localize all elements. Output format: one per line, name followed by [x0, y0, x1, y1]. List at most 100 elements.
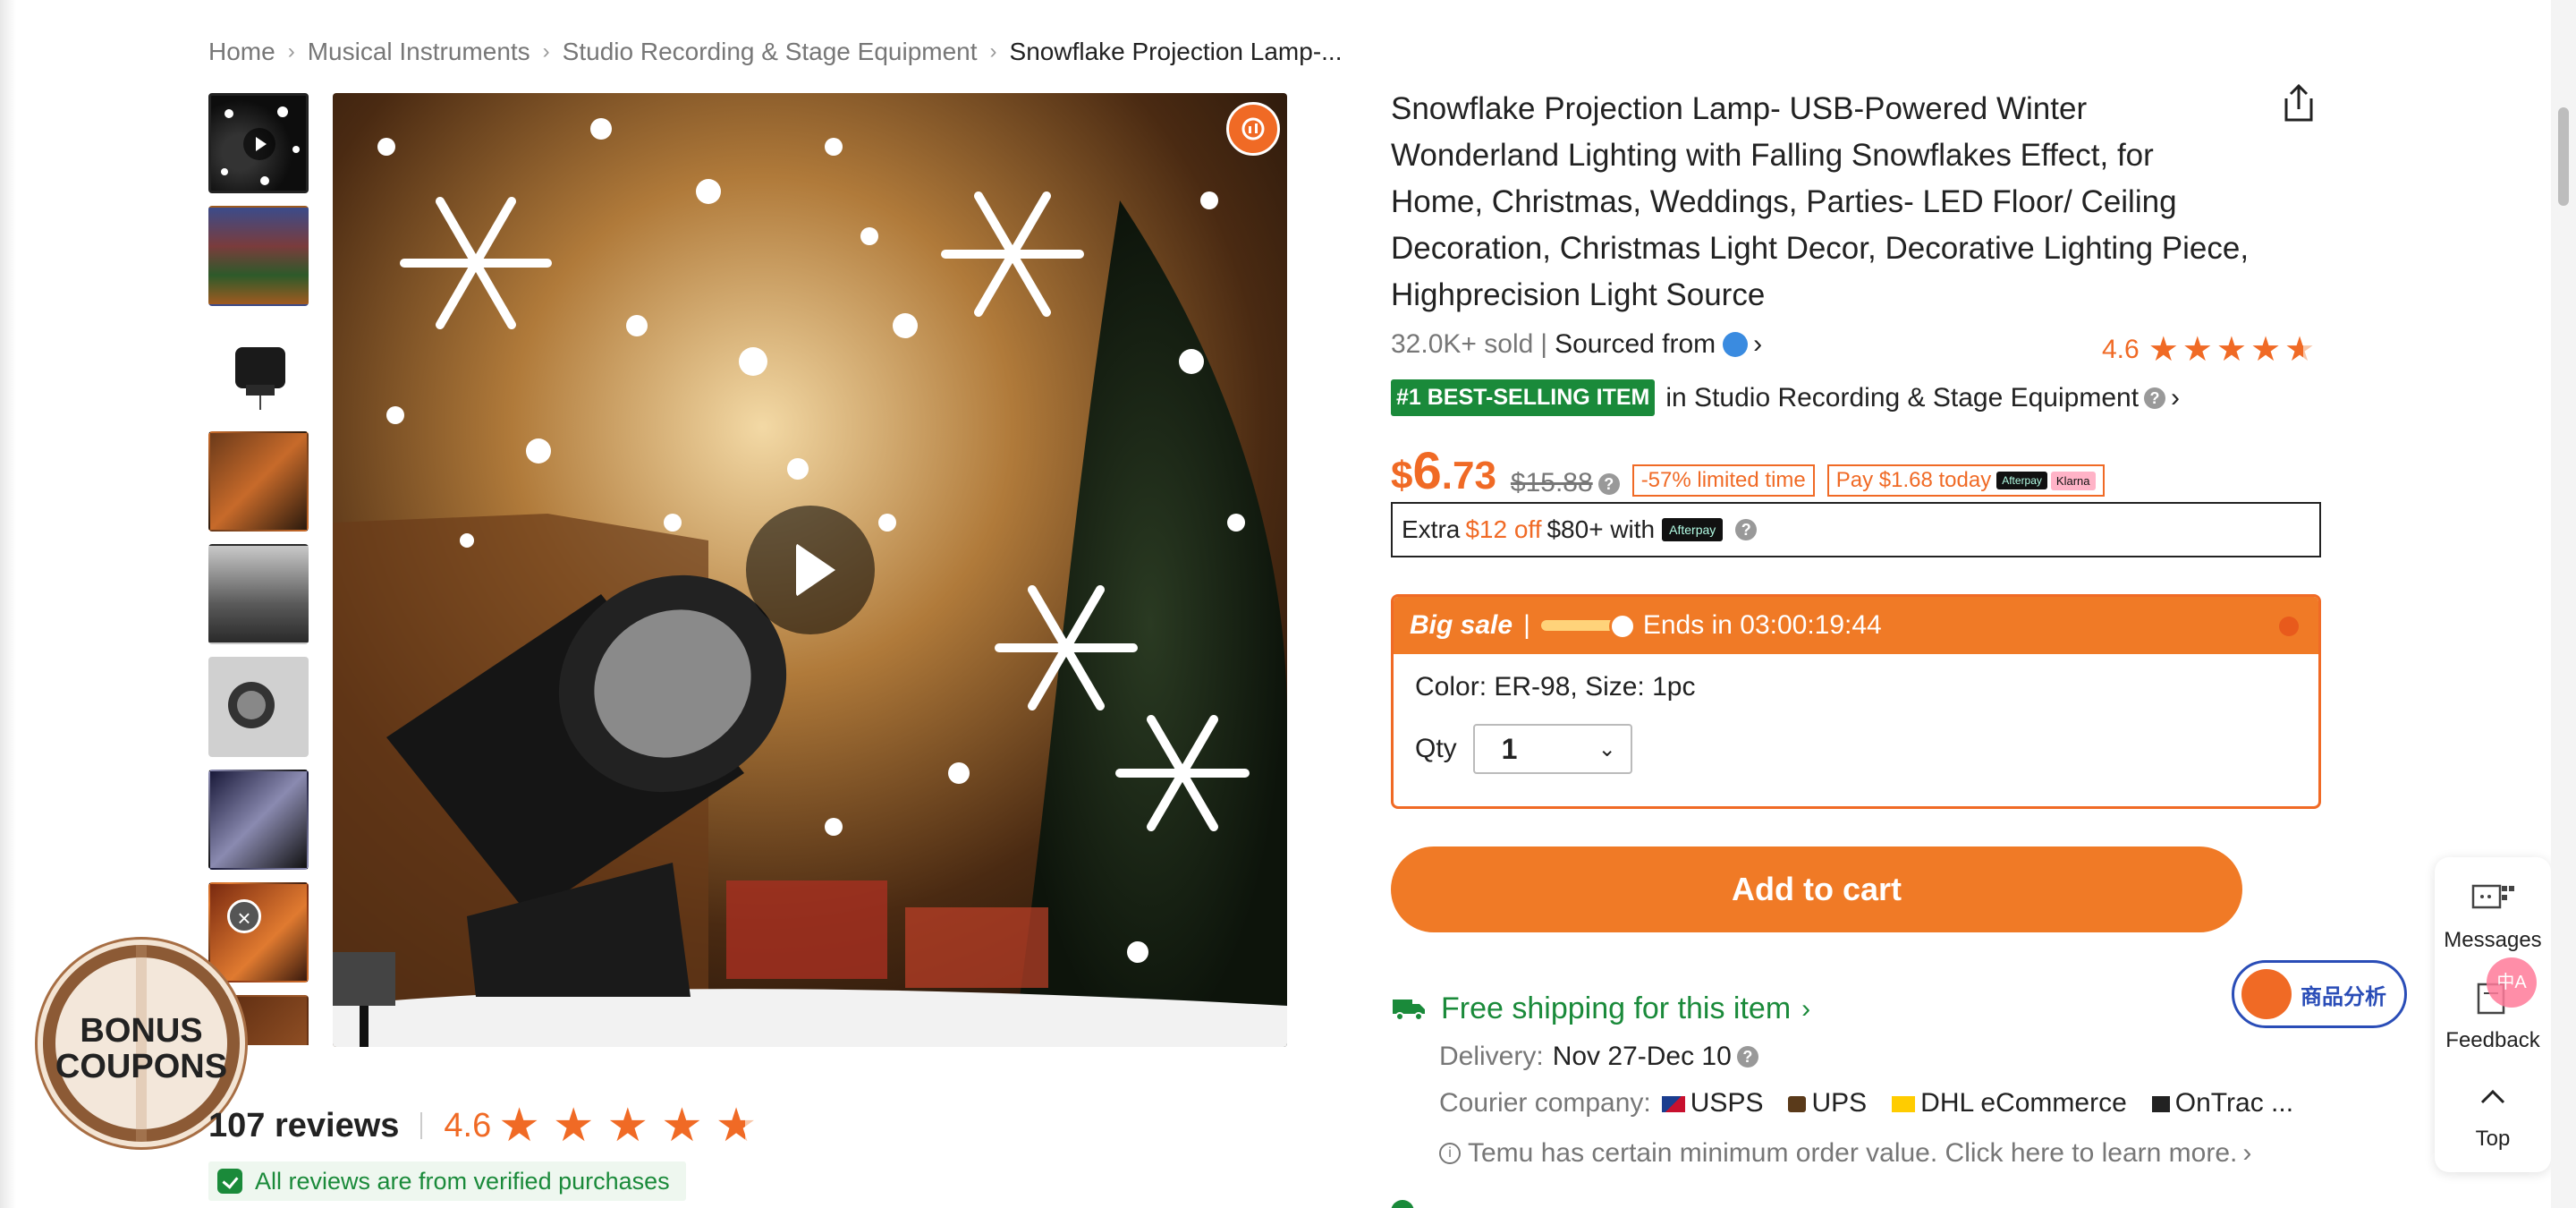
sale-header: Big sale | Ends in 03:00:19:44 — [1394, 597, 2318, 654]
play-icon — [243, 128, 275, 160]
back-to-top-button[interactable]: Top — [2435, 1079, 2551, 1152]
cut-off-row — [1391, 1195, 1749, 1208]
rating-stars: ★ ★ ★ ★ ★ — [2148, 329, 2318, 370]
scrollbar-thumb[interactable] — [2558, 107, 2569, 206]
page-scrollbar[interactable] — [2551, 0, 2576, 1208]
price-currency: $ — [1391, 454, 1413, 498]
courier-usps: USPS — [1661, 1088, 1776, 1119]
messages-button[interactable]: Messages — [2435, 880, 2551, 953]
thumbnail-image[interactable] — [208, 544, 309, 644]
best-selling-row[interactable]: #1 BEST-SELLING ITEM in Studio Recording… — [1391, 379, 2180, 416]
analysis-label: 商品分析 — [2301, 984, 2386, 1009]
variant-selection[interactable]: Color: ER-98, Size: 1pc — [1415, 672, 2297, 702]
sold-count: 32.0K+ sold — [1391, 329, 1534, 359]
usps-icon — [1661, 1096, 1685, 1113]
star-icon: ★ — [2182, 331, 2216, 369]
rating-value: 4.6 — [2102, 334, 2140, 364]
price-cents: .73 — [1441, 454, 1496, 498]
bonus-label: BONUS COUPONS — [43, 1013, 240, 1085]
ontrac-icon — [2151, 1096, 2170, 1113]
discount-badge: -57% limited time — [1631, 464, 1815, 497]
add-to-cart-button[interactable]: Add to cart — [1391, 846, 2242, 932]
thumbnail-image[interactable] — [208, 882, 309, 983]
thumbnail-video[interactable] — [208, 93, 309, 193]
price-whole: 6 — [1412, 442, 1442, 500]
lamp-product-illustration — [228, 682, 275, 728]
close-icon[interactable]: × — [227, 899, 261, 933]
delivery-label: Delivery: — [1439, 1042, 1544, 1071]
sales-meta: 32.0K+ sold | Sourced from › — [1391, 329, 1762, 360]
extra-discount-box[interactable]: Extra $12 off $80+ with Afterpay ? — [1391, 502, 2321, 557]
thumbnail-image[interactable] — [208, 770, 309, 870]
thumbnail-strip — [208, 93, 310, 1045]
verified-text: All reviews are from verified purchases — [255, 1167, 670, 1195]
klarna-logo: Klarna — [2050, 471, 2096, 490]
courier-name: USPS — [1690, 1088, 1764, 1118]
free-shipping-link[interactable]: Free shipping for this item › — [1391, 991, 1810, 1026]
breadcrumb-separator-icon: › — [287, 39, 295, 64]
reviews-summary[interactable]: 107 reviews 4.6 ★ ★ ★ ★ ★ — [208, 1099, 769, 1153]
product-rating[interactable]: 4.6 ★ ★ ★ ★ ★ — [2102, 329, 2318, 370]
separator: | — [1540, 329, 1548, 359]
sale-countdown: Ends in 03:00:19:44 — [1642, 610, 1882, 640]
afterpay-logo: Afterpay — [1996, 472, 2047, 489]
pay-today-badge[interactable]: Pay $1.68 today Afterpay Klarna — [1826, 464, 2105, 497]
chevron-right-icon: › — [1801, 993, 1811, 1024]
breadcrumb-home[interactable]: Home — [208, 38, 275, 66]
sale-separator: | — [1523, 610, 1530, 640]
shield-check-icon — [217, 1169, 242, 1194]
breadcrumb: Home › Musical Instruments › Studio Reco… — [208, 38, 1343, 66]
courier-name: DHL eCommerce — [1920, 1088, 2127, 1118]
partial-icon — [1391, 1200, 1414, 1208]
breadcrumb-studio-recording[interactable]: Studio Recording & Stage Equipment — [563, 38, 978, 66]
breadcrumb-separator-icon: › — [989, 39, 997, 64]
minimum-order-notice[interactable]: i Temu has certain minimum order value. … — [1439, 1138, 2251, 1169]
extra-prefix: Extra — [1402, 515, 1461, 543]
image-search-icon[interactable] — [1226, 102, 1280, 156]
product-title: Snowflake Projection Lamp- USB-Powered W… — [1391, 91, 2250, 312]
feedback-label: Feedback — [2445, 1028, 2540, 1052]
qty-select[interactable]: 1 ⌄ — [1472, 724, 1632, 774]
chevron-down-icon: ⌄ — [1597, 736, 1616, 761]
courier-name: OnTrac ... — [2174, 1088, 2294, 1118]
review-rating: 4.6 — [444, 1106, 492, 1144]
help-icon[interactable]: ? — [1736, 1046, 1758, 1068]
free-shipping-title: Free shipping for this item — [1441, 991, 1792, 1025]
star-icon: ★ — [498, 1100, 553, 1152]
truck-icon — [1393, 999, 1425, 1021]
extra-off: $12 off — [1465, 515, 1542, 543]
courier-name: UPS — [1811, 1088, 1868, 1118]
thumbnail-image[interactable] — [208, 206, 309, 306]
share-icon[interactable] — [2281, 82, 2317, 123]
top-label: Top — [2475, 1127, 2511, 1151]
product-analysis-widget[interactable]: 商品分析 — [2232, 960, 2407, 1028]
chevron-right-icon[interactable]: › — [1753, 329, 1762, 360]
afterpay-logo: Afterpay — [1662, 518, 1724, 541]
courier-ups: UPS — [1788, 1088, 1879, 1119]
play-video-button[interactable] — [746, 506, 875, 634]
review-count[interactable]: 107 reviews — [208, 1107, 399, 1145]
best-selling-badge: #1 BEST-SELLING ITEM — [1391, 379, 1656, 416]
star-icon: ★ — [661, 1100, 716, 1152]
thumbnail-image[interactable] — [208, 319, 309, 419]
half-star-icon: ★ — [715, 1100, 770, 1152]
messages-label: Messages — [2444, 928, 2542, 952]
delivery-row: Delivery: Nov 27-Dec 10 ? — [1439, 1042, 1758, 1072]
breadcrumb-musical-instruments[interactable]: Musical Instruments — [308, 38, 530, 66]
chevron-right-icon[interactable]: › — [2171, 383, 2180, 413]
pay-today-text: Pay $1.68 today — [1835, 468, 1992, 492]
thumbnail-image[interactable] — [208, 657, 309, 757]
star-icon: ★ — [552, 1100, 607, 1152]
analysis-icon — [2241, 969, 2292, 1019]
sale-progress-icon — [1540, 613, 1636, 640]
courier-list: USPS UPS DHL eCommerce OnTrac ... — [1661, 1088, 2318, 1119]
help-icon[interactable]: ? — [1597, 473, 1620, 495]
source-globe-icon[interactable] — [1723, 332, 1749, 357]
translate-icon[interactable]: 中A — [2487, 957, 2537, 1008]
current-price: $6.73 — [1391, 446, 1496, 502]
info-icon: i — [1439, 1143, 1461, 1164]
thumbnail-image[interactable] — [208, 431, 309, 532]
help-icon[interactable]: ? — [2144, 387, 2166, 409]
help-icon[interactable]: ? — [1735, 519, 1758, 540]
side-panel: Messages Feedback Top — [2435, 857, 2551, 1172]
